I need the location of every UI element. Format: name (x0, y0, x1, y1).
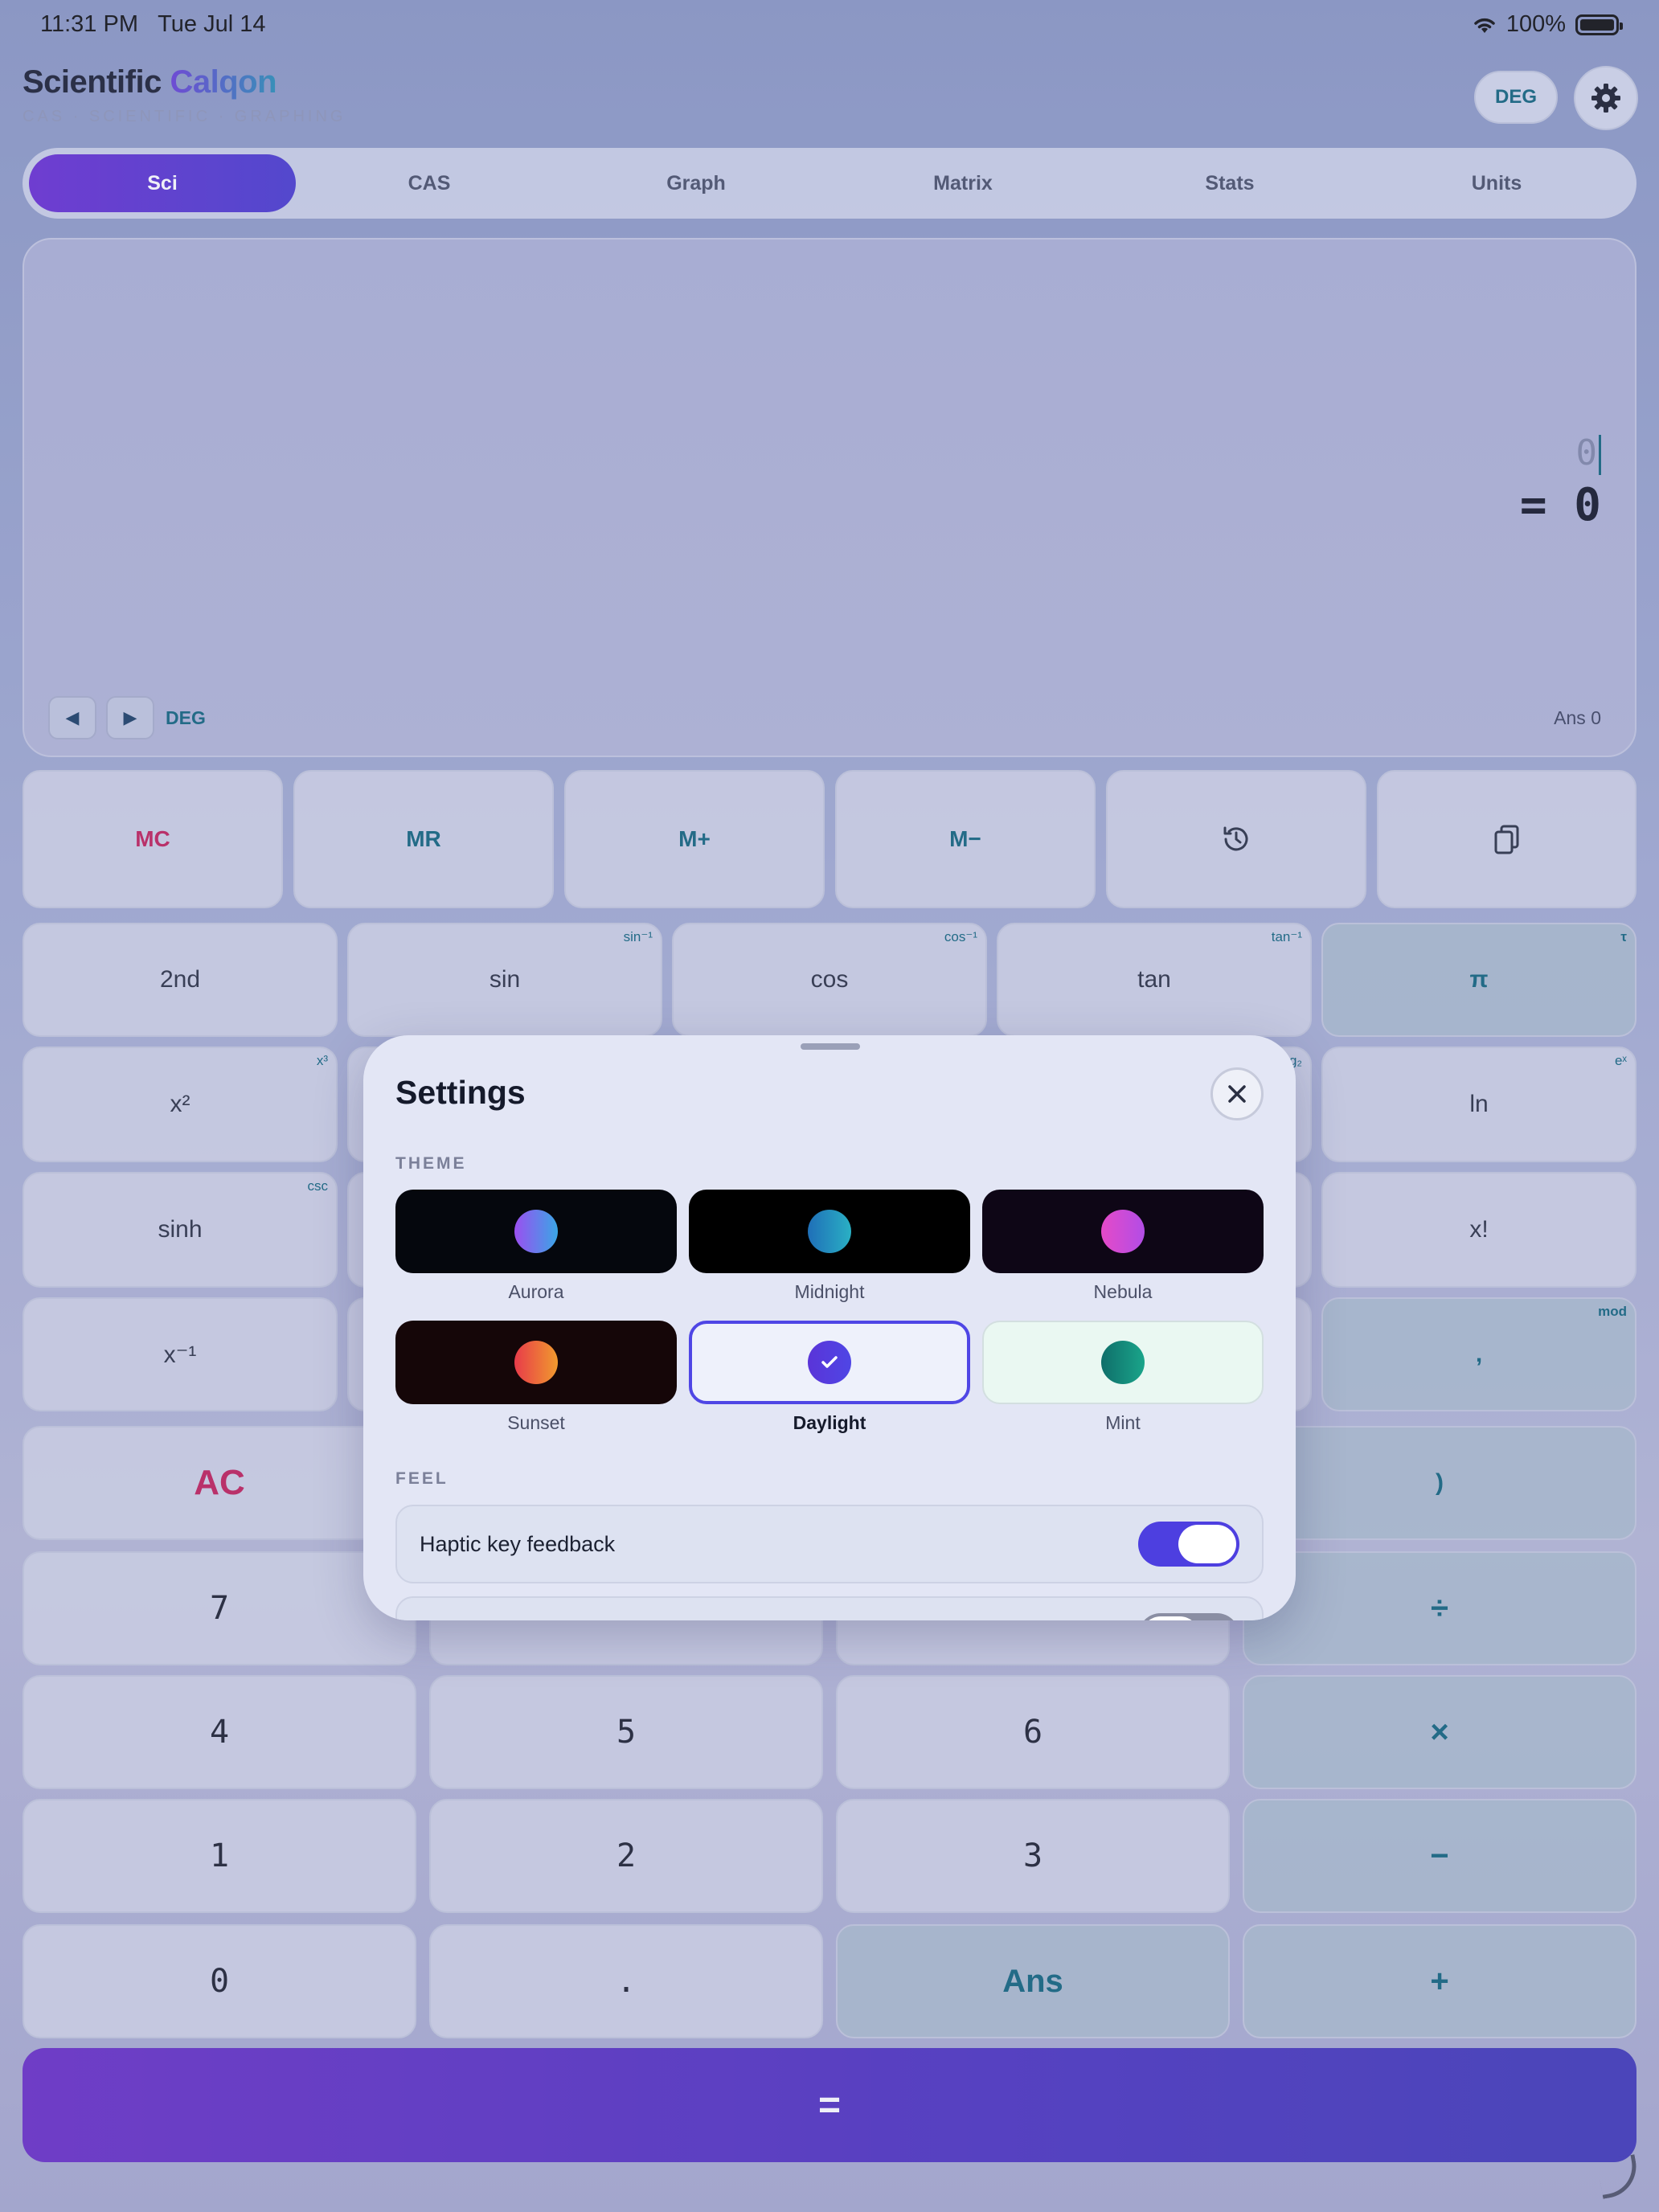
triangle-left-icon: ◀ (65, 707, 80, 727)
history-button[interactable] (1106, 770, 1366, 908)
sin-key[interactable]: sin sin⁻¹ (347, 923, 662, 1037)
x-squared-key[interactable]: x² x³ (23, 1047, 338, 1162)
battery-percent: 100% (1505, 11, 1566, 37)
comma-key[interactable]: , mod (1321, 1297, 1636, 1411)
angle-mode-button[interactable]: DEG (1474, 71, 1558, 124)
checkmark-icon (821, 1356, 838, 1368)
wifi-icon (1474, 18, 1495, 33)
tab-graph[interactable]: Graph (563, 154, 830, 212)
theme-nebula[interactable] (982, 1190, 1264, 1273)
theme-nebula-label: Nebula (1093, 1281, 1153, 1302)
sinh-key[interactable]: sinh csc (23, 1172, 338, 1288)
nebula-swatch (1101, 1210, 1145, 1253)
gear-icon (1591, 84, 1620, 113)
tan-key[interactable]: tan tan⁻¹ (997, 923, 1312, 1037)
right-paren-key[interactable]: ) (1243, 1426, 1636, 1540)
minus-key[interactable]: − (1243, 1799, 1636, 1913)
midnight-swatch (808, 1210, 851, 1253)
sheet-grabber[interactable] (801, 1043, 860, 1050)
theme-daylight[interactable] (689, 1321, 970, 1404)
home-indicator (1596, 2154, 1641, 2199)
theme-sunset[interactable] (395, 1321, 677, 1404)
expression-input[interactable]: 0 (1576, 432, 1601, 475)
digit-1-key[interactable]: 1 (23, 1799, 416, 1913)
haptic-feedback-row[interactable]: Haptic key feedback (395, 1505, 1264, 1583)
close-icon (1228, 1085, 1246, 1103)
theme-aurora-label: Aurora (508, 1281, 564, 1302)
theme-mint-label: Mint (1105, 1412, 1141, 1433)
tab-cas[interactable]: CAS (296, 154, 563, 212)
settings-button[interactable] (1574, 66, 1638, 130)
tab-matrix[interactable]: Matrix (830, 154, 1096, 212)
m-plus-button[interactable]: M+ (564, 770, 825, 908)
decimal-key[interactable]: . (429, 1924, 823, 2038)
digit-7-key[interactable]: 7 (23, 1551, 416, 1665)
mr-button[interactable]: MR (293, 770, 554, 908)
feel-section-label: FEEL (395, 1469, 449, 1488)
factorial-key[interactable]: x! (1321, 1172, 1636, 1288)
settings-title: Settings (395, 1074, 526, 1111)
second-key[interactable]: 2nd (23, 923, 338, 1037)
divide-key[interactable]: ÷ (1243, 1551, 1636, 1665)
daylight-swatch (808, 1341, 851, 1384)
ln-key[interactable]: ln eˣ (1321, 1047, 1636, 1162)
result-value: = 0 (1519, 479, 1601, 531)
plus-key[interactable]: + (1243, 1924, 1636, 2038)
digit-4-key[interactable]: 4 (23, 1675, 416, 1789)
reciprocal-key[interactable]: x⁻¹ (23, 1297, 338, 1411)
aurora-swatch (514, 1210, 558, 1253)
digit-3-key[interactable]: 3 (836, 1799, 1230, 1913)
settings-sheet: Settings THEME Aurora Midnight Nebula Su… (363, 1035, 1296, 1620)
status-time: 11:31 PM Tue Jul 14 (40, 11, 266, 37)
haptic-feedback-label: Haptic key feedback (420, 1531, 616, 1556)
next-setting-row[interactable] (395, 1596, 1264, 1620)
close-settings-button[interactable] (1210, 1067, 1264, 1120)
digit-2-key[interactable]: 2 (429, 1799, 823, 1913)
theme-midnight[interactable] (689, 1190, 970, 1273)
digit-5-key[interactable]: 5 (429, 1675, 823, 1789)
calculator-display: 0 = 0 ◀ ▶ DEG Ans 0 (23, 238, 1636, 757)
cursor-left-button[interactable]: ◀ (48, 696, 96, 739)
app-title: Scientific Calqon (23, 64, 276, 100)
theme-mint[interactable] (982, 1321, 1264, 1404)
equals-button[interactable]: = (23, 2048, 1636, 2162)
triangle-right-icon: ▶ (123, 707, 137, 727)
mc-button[interactable]: MC (23, 770, 283, 908)
ans-key[interactable]: Ans (836, 1924, 1230, 2038)
theme-aurora[interactable] (395, 1190, 677, 1273)
theme-midnight-label: Midnight (794, 1281, 865, 1302)
digit-0-key[interactable]: 0 (23, 1924, 416, 2038)
multiply-key[interactable]: × (1243, 1675, 1636, 1789)
theme-section-label: THEME (395, 1154, 467, 1173)
sunset-swatch (514, 1341, 558, 1384)
history-icon (1223, 826, 1248, 851)
digit-6-key[interactable]: 6 (836, 1675, 1230, 1789)
tab-units[interactable]: Units (1363, 154, 1630, 212)
all-clear-key[interactable]: AC (23, 1426, 416, 1540)
next-setting-toggle[interactable] (1138, 1613, 1239, 1620)
ans-indicator: Ans 0 (1554, 707, 1601, 728)
pi-key[interactable]: πτ (1321, 923, 1636, 1037)
copy-button[interactable] (1377, 770, 1636, 908)
battery-icon (1575, 14, 1623, 35)
cursor-right-button[interactable]: ▶ (106, 696, 154, 739)
haptic-feedback-toggle[interactable] (1138, 1522, 1239, 1567)
copy-icon (1494, 825, 1518, 854)
tab-sci[interactable]: Sci (29, 154, 296, 212)
theme-daylight-label: Daylight (793, 1412, 866, 1433)
tab-stats[interactable]: Stats (1096, 154, 1363, 212)
mint-swatch (1101, 1341, 1145, 1384)
m-minus-button[interactable]: M− (835, 770, 1096, 908)
app-subtitle: CAS · SCIENTIFIC · GRAPHING (23, 108, 346, 125)
theme-sunset-label: Sunset (507, 1412, 565, 1433)
cos-key[interactable]: cos cos⁻¹ (672, 923, 987, 1037)
display-angle-mode: DEG (166, 707, 206, 728)
mode-tabs: Sci CAS Graph Matrix Stats Units (23, 148, 1636, 219)
status-icons: 100% (1473, 11, 1623, 38)
